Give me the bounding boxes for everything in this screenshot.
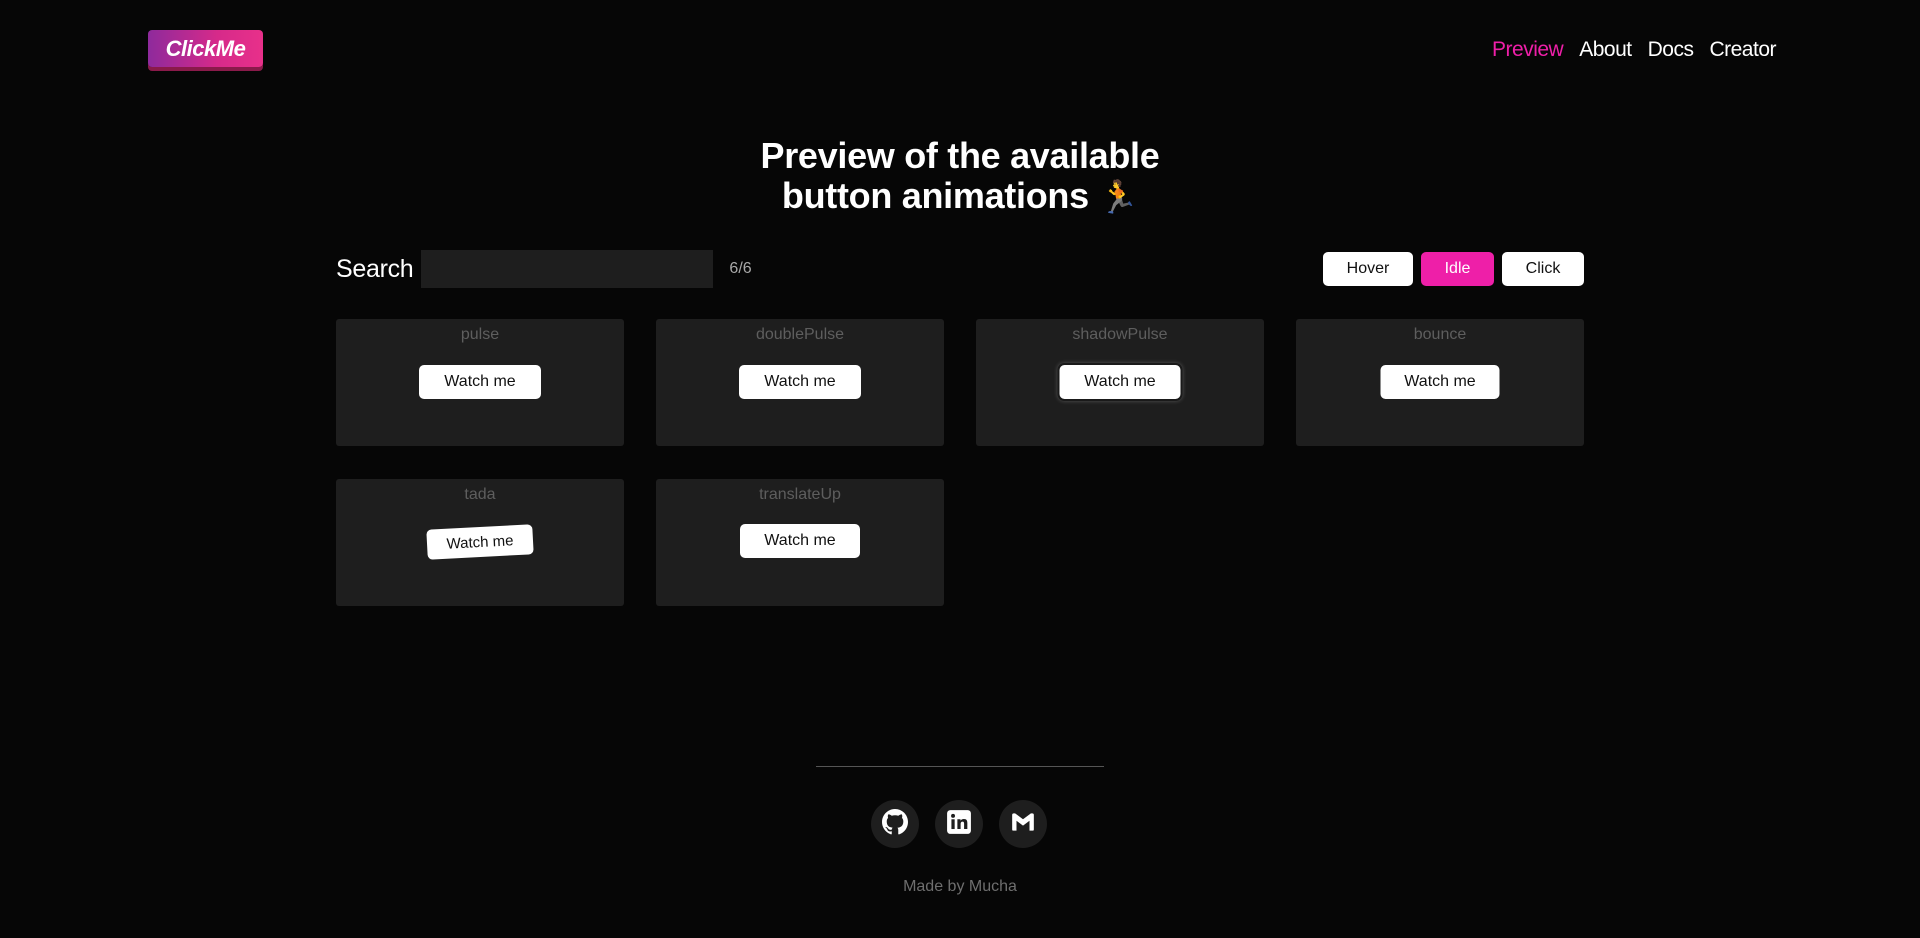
animation-card-shadowpulse: shadowPulse Watch me bbox=[976, 319, 1264, 446]
search-label: Search bbox=[336, 254, 414, 283]
page-title: Preview of the available button animatio… bbox=[0, 136, 1920, 217]
search-bar: Search 6/6 bbox=[336, 250, 752, 288]
linkedin-icon bbox=[946, 809, 972, 840]
animation-card-pulse: pulse Watch me bbox=[336, 319, 624, 446]
nav-preview[interactable]: Preview bbox=[1492, 38, 1564, 62]
watch-me-button[interactable]: Watch me bbox=[426, 524, 534, 560]
card-label: doublePulse bbox=[755, 326, 845, 343]
footer-credit: Made by Mucha bbox=[903, 878, 1017, 895]
gmail-icon bbox=[1010, 809, 1036, 840]
animation-card-bounce: bounce Watch me bbox=[1296, 319, 1584, 446]
watch-me-button[interactable]: Watch me bbox=[740, 524, 860, 558]
card-label: pulse bbox=[460, 326, 500, 343]
watch-me-button[interactable]: Watch me bbox=[419, 365, 541, 399]
animation-card-doublepulse: doublePulse Watch me bbox=[656, 319, 944, 446]
runner-emoji-icon: 🏃 bbox=[1098, 179, 1139, 215]
card-label: shadowPulse bbox=[1072, 326, 1168, 343]
social-links bbox=[871, 800, 1047, 848]
mode-hover-button[interactable]: Hover bbox=[1323, 252, 1413, 286]
page-title-line2: button animations bbox=[781, 175, 1089, 216]
nav-about[interactable]: About bbox=[1579, 38, 1632, 62]
watch-me-button[interactable]: Watch me bbox=[739, 365, 861, 399]
card-label: bounce bbox=[1413, 326, 1467, 343]
result-count: 6/6 bbox=[729, 260, 752, 277]
nav-docs[interactable]: Docs bbox=[1648, 38, 1694, 62]
logo[interactable]: ClickMe bbox=[148, 30, 263, 67]
github-link[interactable] bbox=[871, 800, 919, 848]
watch-me-button[interactable]: Watch me bbox=[1059, 365, 1181, 399]
footer-divider bbox=[816, 766, 1104, 767]
page-title-line1: Preview of the available bbox=[760, 135, 1160, 176]
nav-creator[interactable]: Creator bbox=[1709, 38, 1776, 62]
main-nav: Preview About Docs Creator bbox=[1492, 38, 1776, 62]
animation-card-translateup: translateUp Watch me bbox=[656, 479, 944, 606]
page-title-line2-wrap: button animations 🏃 bbox=[0, 176, 1920, 217]
mode-click-button[interactable]: Click bbox=[1502, 252, 1584, 286]
mode-idle-button[interactable]: Idle bbox=[1421, 252, 1494, 286]
watch-me-button[interactable]: Watch me bbox=[1380, 365, 1500, 399]
linkedin-link[interactable] bbox=[935, 800, 983, 848]
animation-mode-toggle: Hover Idle Click bbox=[1323, 252, 1584, 286]
card-label: tada bbox=[464, 486, 496, 503]
gmail-link[interactable] bbox=[999, 800, 1047, 848]
github-icon bbox=[882, 808, 908, 840]
search-input[interactable] bbox=[421, 250, 714, 288]
card-label: translateUp bbox=[759, 486, 841, 503]
animation-card-tada: tada Watch me bbox=[336, 479, 624, 606]
